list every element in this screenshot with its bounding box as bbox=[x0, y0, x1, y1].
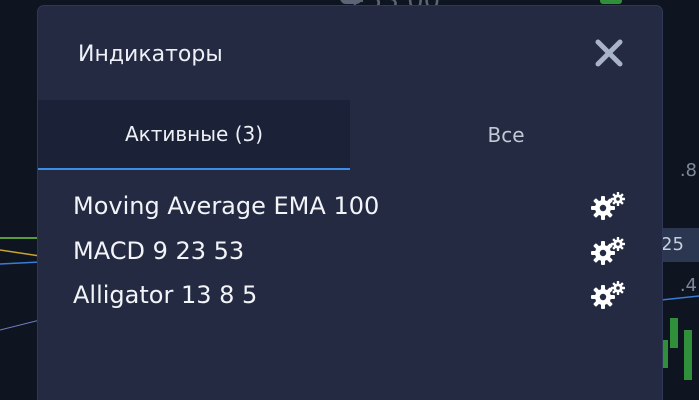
gears-icon[interactable] bbox=[590, 191, 628, 221]
indicator-row[interactable]: MACD 9 23 53 bbox=[38, 229, 662, 274]
close-button[interactable] bbox=[592, 36, 626, 70]
indicator-label: Moving Average EMA 100 bbox=[73, 192, 380, 221]
indicator-list: Moving Average EMA 100 MACD 9 23 53 Alli… bbox=[38, 184, 662, 318]
tab-all-indicators[interactable]: Все bbox=[350, 100, 662, 170]
indicator-row[interactable]: Alligator 13 8 5 bbox=[38, 273, 662, 318]
price-tag: 25 bbox=[657, 228, 699, 262]
tab-bar: Активные (3) Все bbox=[38, 100, 662, 170]
price-tag-label: 25 bbox=[661, 234, 684, 255]
indicator-row[interactable]: Moving Average EMA 100 bbox=[38, 184, 662, 229]
indicator-label: MACD 9 23 53 bbox=[73, 236, 245, 265]
axis-label: .4 bbox=[679, 275, 697, 296]
dialog-title: Индикаторы bbox=[78, 42, 223, 67]
indicators-dialog: Индикаторы Активные (3) Все Moving Avera… bbox=[38, 6, 662, 400]
axis-label: .8 bbox=[679, 160, 697, 181]
gears-icon[interactable] bbox=[590, 280, 628, 310]
close-icon bbox=[595, 39, 623, 67]
tab-active-indicators[interactable]: Активные (3) bbox=[38, 100, 350, 170]
indicator-label: Alligator 13 8 5 bbox=[73, 281, 258, 310]
gears-icon[interactable] bbox=[590, 236, 628, 266]
